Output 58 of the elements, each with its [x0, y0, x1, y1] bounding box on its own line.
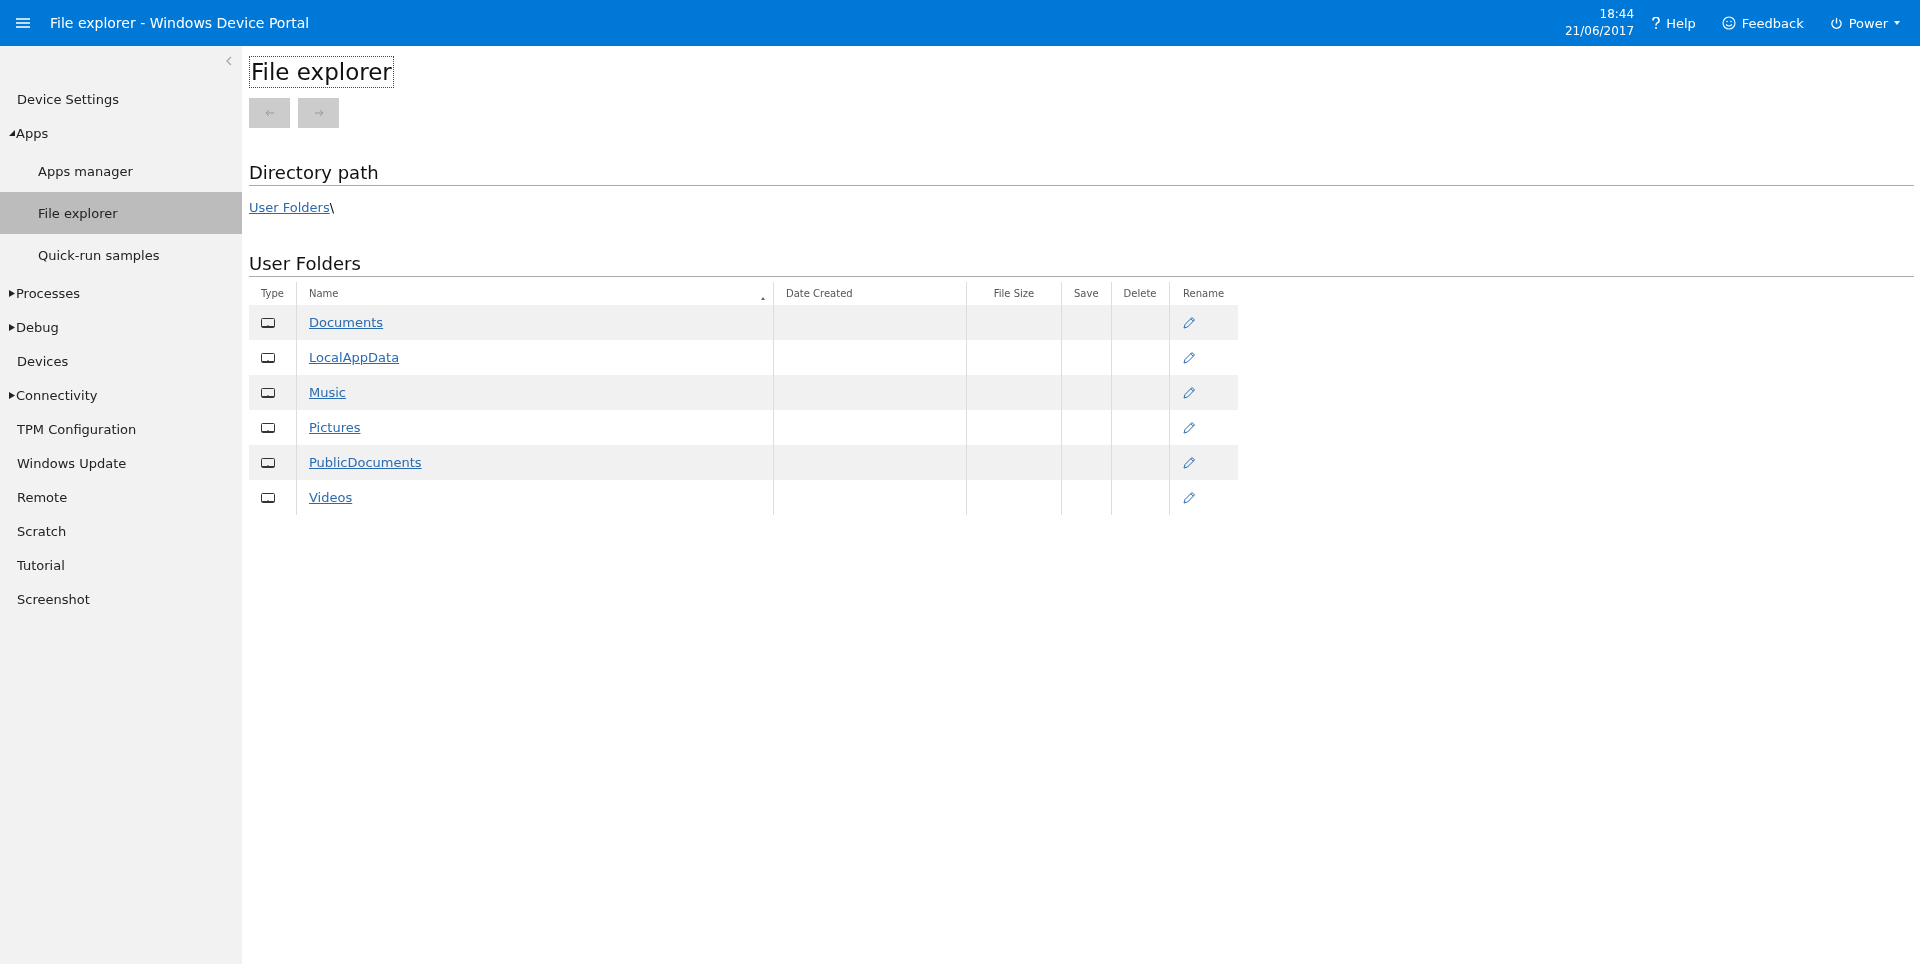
- pencil-icon[interactable]: [1181, 420, 1196, 435]
- folder-link[interactable]: PublicDocuments: [309, 455, 422, 470]
- collapsed-triangle-icon: [9, 289, 15, 297]
- folder-link[interactable]: LocalAppData: [309, 350, 400, 365]
- sidebar-item[interactable]: Screenshot: [0, 582, 242, 616]
- folder-link[interactable]: Videos: [309, 490, 353, 505]
- folder-link[interactable]: Documents: [309, 315, 384, 330]
- collapsed-triangle-icon: [9, 391, 15, 399]
- pencil-icon[interactable]: [1181, 455, 1196, 470]
- sidebar-item[interactable]: Quick-run samples: [0, 234, 242, 276]
- sort-indicator-icon: [761, 297, 765, 300]
- page-title: File explorer: [249, 56, 394, 88]
- sidebar-item[interactable]: Tutorial: [0, 548, 242, 582]
- sidebar-item[interactable]: Remote: [0, 480, 242, 514]
- pencil-icon[interactable]: [1181, 490, 1196, 505]
- sidebar-item[interactable]: Windows Update: [0, 446, 242, 480]
- pencil-icon[interactable]: [1181, 350, 1196, 365]
- clock-time: 18:44: [1599, 6, 1635, 23]
- column-header[interactable]: Rename: [1183, 288, 1225, 299]
- column-header[interactable]: Date Created: [786, 288, 853, 299]
- sidebar-item[interactable]: Connectivity: [0, 378, 242, 412]
- column-header[interactable]: File Size: [993, 288, 1035, 299]
- column-header[interactable]: Delete: [1123, 288, 1157, 299]
- caret-down-icon: [1894, 21, 1900, 25]
- feedback-button[interactable]: Feedback: [1721, 15, 1804, 31]
- sidebar-item[interactable]: Debug: [0, 310, 242, 344]
- path-separator: \: [329, 200, 335, 215]
- expanded-triangle-icon: [9, 130, 15, 136]
- question-mark-icon: [1652, 17, 1661, 29]
- sidebar-item[interactable]: Processes: [0, 276, 242, 310]
- sidebar-item[interactable]: Scratch: [0, 514, 242, 548]
- sidebar-item[interactable]: Apps manager: [0, 150, 242, 192]
- sidebar-item[interactable]: Devices: [0, 344, 242, 378]
- sidebar-item[interactable]: File explorer: [0, 192, 242, 234]
- power-icon: [1829, 16, 1843, 30]
- column-header[interactable]: Type: [261, 288, 284, 299]
- collapsed-triangle-icon: [9, 323, 15, 331]
- power-button[interactable]: Power: [1829, 15, 1900, 31]
- sidebar-item[interactable]: TPM Configuration: [0, 412, 242, 446]
- pencil-icon[interactable]: [1181, 315, 1196, 330]
- folder-link[interactable]: Music: [309, 385, 346, 400]
- right-arrow-icon: [313, 109, 324, 117]
- smiley-icon: [1721, 16, 1736, 30]
- path-link[interactable]: User Folders: [249, 200, 330, 215]
- menu-icon[interactable]: [16, 18, 30, 28]
- sidebar-item[interactable]: Apps: [0, 116, 242, 150]
- section-heading: Directory path: [249, 162, 1914, 186]
- window-title: File explorer - Windows Device Portal: [50, 15, 310, 31]
- chevron-left-icon[interactable]: [226, 56, 232, 66]
- help-button[interactable]: Help: [1652, 15, 1696, 31]
- left-arrow-icon: [264, 109, 275, 117]
- section-heading: User Folders: [249, 253, 1914, 277]
- clock-date: 21/06/2017: [1564, 23, 1635, 40]
- column-header[interactable]: Save: [1074, 288, 1099, 299]
- pencil-icon[interactable]: [1181, 385, 1196, 400]
- column-header[interactable]: Name: [309, 288, 339, 299]
- sidebar-item[interactable]: Device Settings: [0, 82, 242, 116]
- folder-link[interactable]: Pictures: [309, 420, 361, 435]
